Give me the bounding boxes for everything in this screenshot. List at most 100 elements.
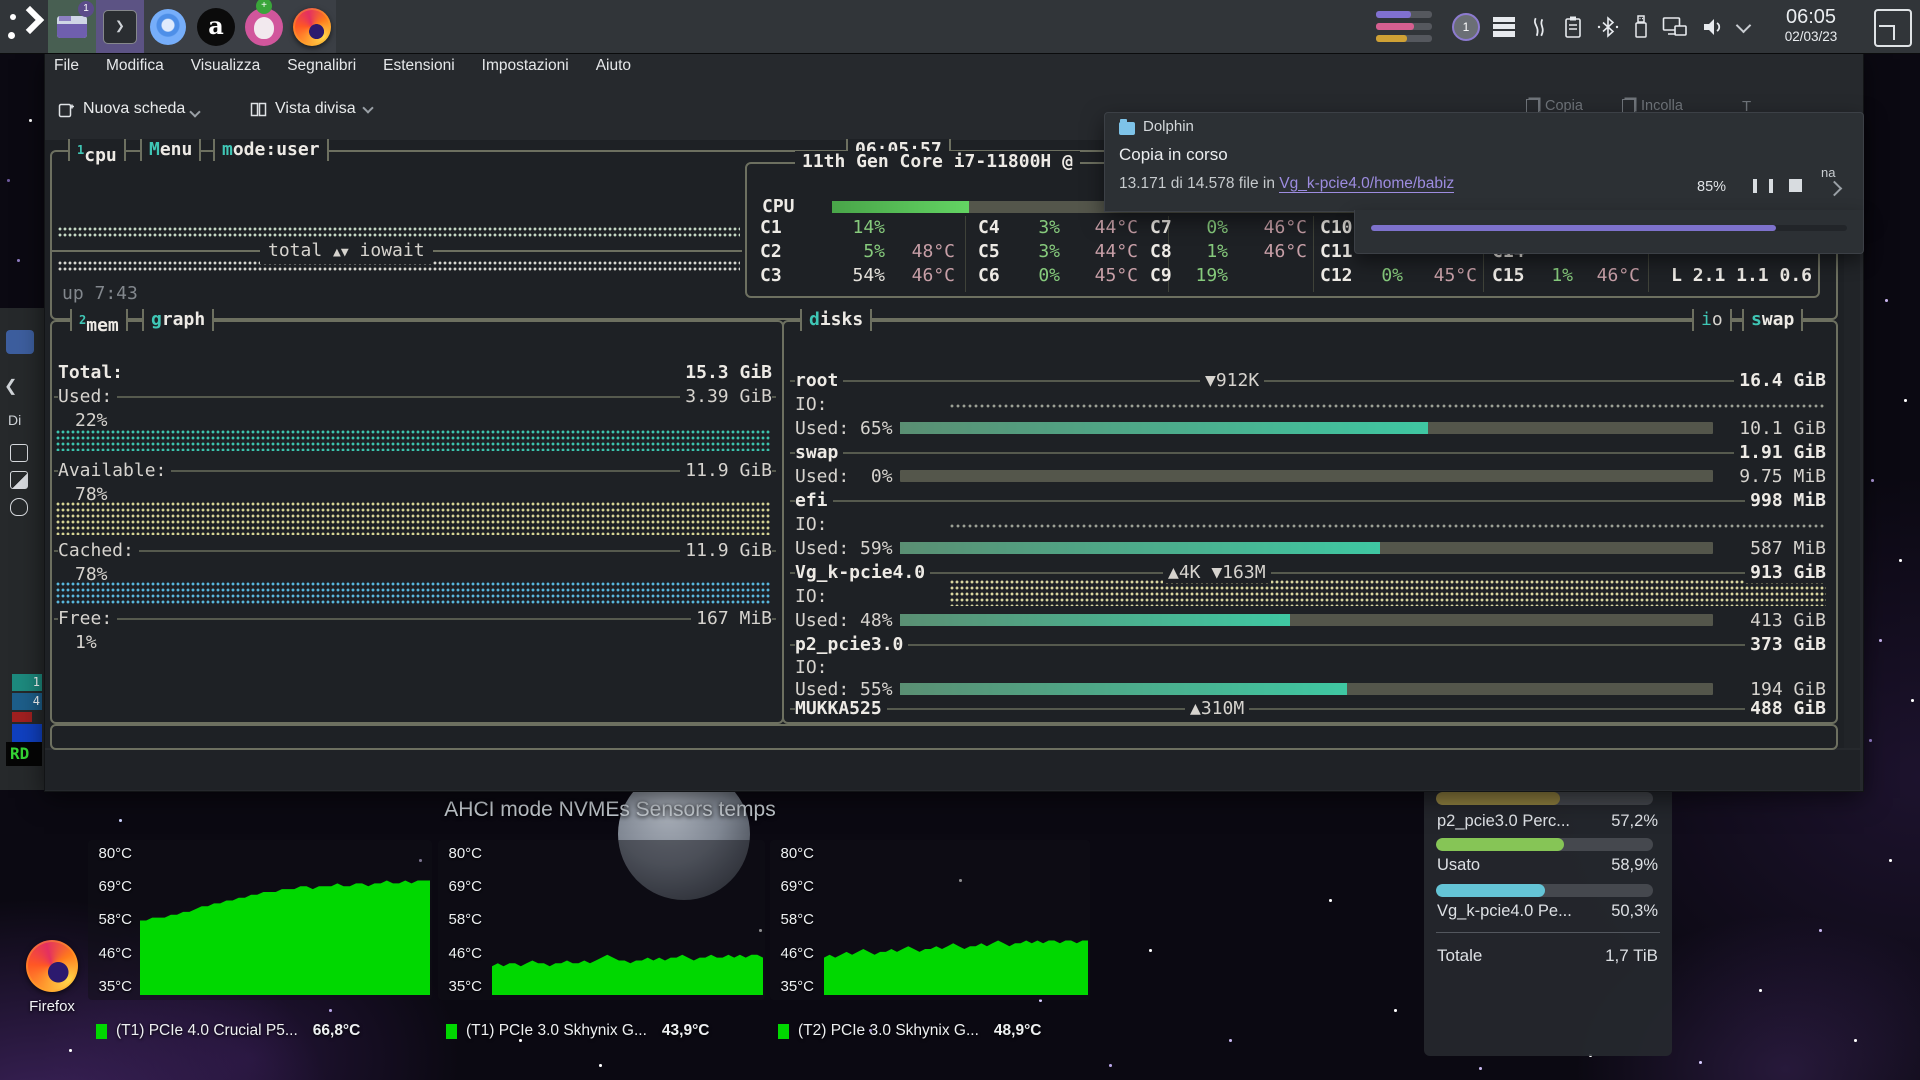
menu-impostazioni[interactable]: Impostazioni [482,57,569,75]
new-tab-button[interactable]: Nuova scheda [58,100,199,118]
cpu-graph-divider-label[interactable]: total ▲▼ iowait [260,240,433,264]
app-launcher-icon[interactable] [6,8,46,46]
notification-badge-icon[interactable]: 1 [1452,13,1480,41]
back-chevron-icon[interactable]: ❮ [4,376,17,396]
menu-modifica[interactable]: Modifica [106,57,164,75]
menu-file[interactable]: File [54,57,79,75]
tray-monitor-bars-widget[interactable] [1376,11,1434,43]
system-tray: 1 [1452,13,1749,41]
popup-next-chevron[interactable] [1827,181,1843,197]
legend-swatch [446,1024,457,1039]
stop-button[interactable] [1789,179,1802,192]
ytick: 58°C [772,911,814,928]
ytick: 80°C [90,845,132,862]
io-hotkey: i [1701,309,1712,330]
notification-popup: Dolphin Copia in corso 13.171 di 14.578 … [1104,112,1864,212]
disk-used-fill [900,542,1380,554]
taskbar-dolphin[interactable]: 1 [48,0,96,53]
taskbar-chromium[interactable] [144,0,192,53]
core-pct: 0% [990,265,1060,287]
taskbar: 1 ❯ a + [48,0,336,53]
disk-name: MUKKA525 [795,698,887,720]
bg-icon [10,444,28,462]
usb-device-icon[interactable] [1633,14,1649,40]
mem-available-graph [56,502,770,535]
mem-used-pct: 22% [75,410,108,432]
btop-io-tab[interactable]: io [1692,309,1732,331]
mem-available-label: Available: [58,460,171,482]
volume-icon[interactable] [1701,15,1725,39]
btop-mem-tab[interactable]: 2mem [70,309,128,331]
menu-aiuto[interactable]: Aiuto [596,57,631,75]
bg-icon [10,471,28,489]
btop-graph-tab[interactable]: graph [142,309,214,331]
bluetooth-icon[interactable] [1596,15,1620,39]
btop-mode-button[interactable]: mode:user [213,139,329,161]
mem-available-pct: 78% [75,484,108,506]
io-rest: o [1712,309,1723,330]
disk-io-label: IO: [795,657,828,679]
core-pct: 0% [1158,217,1228,239]
taskbar-mkvtoolnix[interactable]: + [240,0,288,53]
disk-used-label: Used: 65% [795,418,893,440]
menu-segnalibri[interactable]: Segnalibri [287,57,356,75]
ytick: 69°C [772,878,814,895]
btop-swap-tab[interactable]: swap [1742,309,1803,331]
mem-free-label: Free: [58,608,117,630]
widget-total-label: Totale [1437,946,1482,966]
disk-size: 488 GiB [1650,698,1826,720]
mem-free-pct: 1% [75,632,97,654]
widget-row-p2: p2_pcie3.0 Perc... 57,2% [1437,812,1658,831]
bg-window-text: Di [8,412,21,428]
conky-rd-text: RD [6,744,29,763]
firefox-icon [26,940,78,992]
pause-button[interactable] [1753,179,1773,193]
taskbar-konsole[interactable]: ❯ [96,0,144,53]
new-tab-icon [58,101,75,118]
display-connect-icon[interactable] [1662,15,1688,39]
popup-destination-link[interactable]: Vg_k-pcie4.0/home/babiz [1279,175,1454,193]
disk-used-fill [900,614,1290,626]
btop-disks-tab[interactable]: disks [800,309,872,331]
load-average: L 2.1 1.1 0.6 [1652,265,1812,287]
widget-label: p2_pcie3.0 Perc... [1437,812,1570,831]
menu-estensioni[interactable]: Estensioni [383,57,455,75]
widget-label: Vg_k-pcie4.0 Pe... [1437,902,1572,921]
disk-name: Vg_k-pcie4.0 [795,562,930,584]
tray-bar-track [1376,35,1432,42]
widget-bar-track [1436,884,1653,897]
clipboard-icon[interactable] [1563,15,1583,39]
core-temp: 46°C [1570,265,1640,287]
bg-block-teal: 1 [12,674,42,691]
disks-rest: isks [820,309,863,330]
widget-bar-usato [1436,838,1564,851]
legend-label: (T1) PCIe 3.0 Skhynix G... [466,1022,647,1040]
uptime-label: up 7:43 [62,283,138,305]
ytick: 69°C [440,878,482,895]
tray-bar-track [1376,23,1432,30]
tray-bar-yellow [1376,35,1407,42]
menu-visualizza[interactable]: Visualizza [191,57,261,75]
dolphin-mini-icon [1119,122,1135,135]
disk-io-rate: ▲310M [1185,698,1249,720]
taskbar-firefox[interactable] [288,0,336,53]
core-id: C3 [760,265,782,287]
show-desktop-button[interactable] [1874,9,1912,47]
firewall-icon[interactable] [1493,17,1515,37]
btop-net-box [50,724,1838,750]
show-desktop-glyph [1879,25,1895,40]
btop-cpu-tab[interactable]: 1cpu [68,139,126,161]
flame-icon[interactable] [1528,16,1550,38]
disk-usage-widget[interactable]: p2_pcie3.0 Perc... 57,2% Usato 58,9% Vg_… [1424,788,1672,1056]
tray-expand-chevron-icon[interactable] [1736,17,1752,33]
btop-menu-button[interactable]: Menu [140,139,201,161]
top-panel: 1 ❯ a + [0,0,1920,53]
core-temp: 46°C [1237,241,1307,263]
taskbar-a-app[interactable]: a [192,0,240,53]
secondary-progress-fill [1371,225,1776,231]
launcher-dot [8,32,15,39]
split-view-button[interactable]: Vista divisa [250,100,372,118]
notification-popup-secondary[interactable] [1354,210,1864,254]
panel-clock[interactable]: 06:05 02/03/23 [1764,5,1858,45]
firefox-desktop-shortcut[interactable]: Firefox [10,940,94,1022]
